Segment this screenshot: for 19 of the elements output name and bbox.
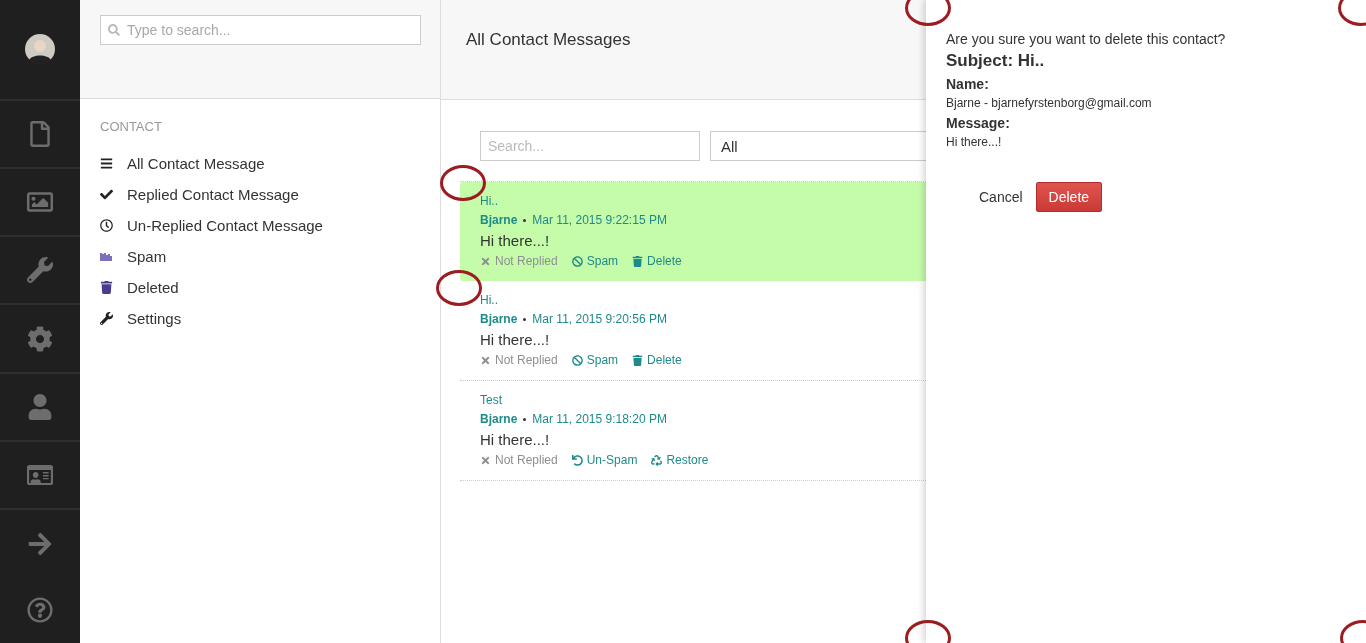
message-date: Mar 11, 2015 9:18:20 PM bbox=[532, 412, 667, 426]
sender-name: Bjarne bbox=[480, 213, 518, 227]
message-date: Mar 11, 2015 9:22:15 PM bbox=[532, 213, 667, 227]
name-value: Bjarne - bjarnefyrstenborg@gmail.com bbox=[946, 96, 1152, 110]
dialog-question: Are you sure you want to delete this contact? bbox=[946, 31, 1226, 47]
sender-name: Bjarne bbox=[480, 312, 518, 326]
message-date: Mar 11, 2015 9:20:56 PM bbox=[532, 312, 667, 326]
dialog-subject: Subject: Hi.. bbox=[946, 51, 1045, 71]
page-title: All Contact Messages bbox=[466, 29, 631, 50]
sender-name: Bjarne bbox=[480, 412, 518, 426]
message-body: Hi there...! bbox=[480, 232, 550, 249]
message-body: Hi there...! bbox=[480, 331, 550, 348]
message-subject: Hi.. bbox=[480, 194, 498, 208]
message-subject: Hi.. bbox=[480, 293, 498, 307]
message-label: Message: bbox=[946, 115, 1010, 131]
section-title: CONTACT bbox=[100, 119, 163, 134]
message-subject: Test bbox=[480, 393, 502, 407]
name-label: Name: bbox=[946, 76, 989, 92]
message-body: Hi there...! bbox=[480, 431, 550, 448]
